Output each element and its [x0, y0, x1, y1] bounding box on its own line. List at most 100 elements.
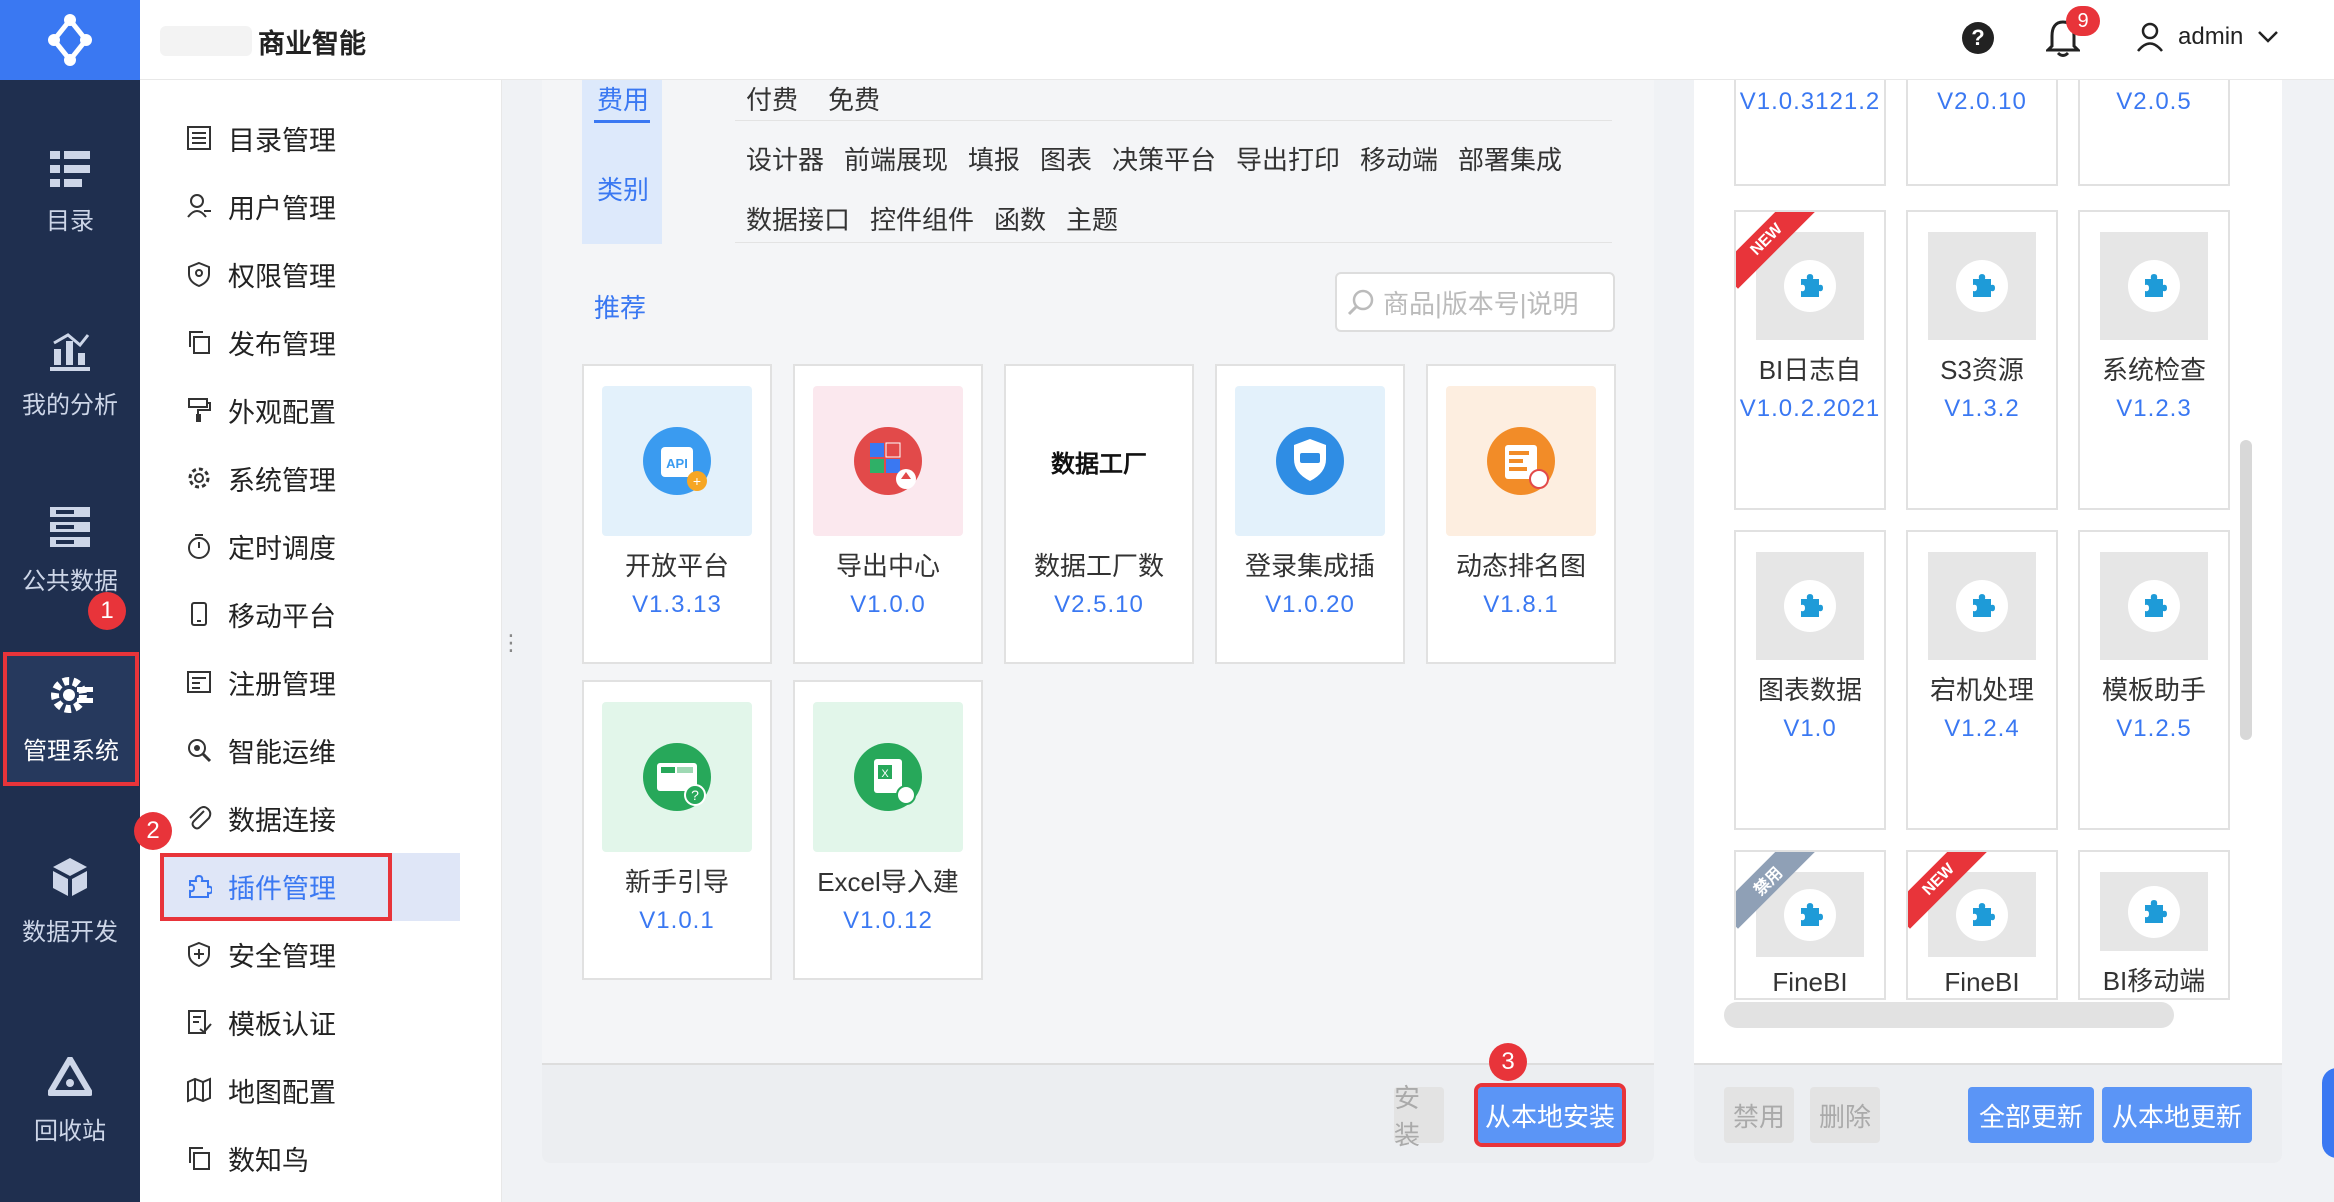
step-badge-3: 3 [1489, 1043, 1527, 1081]
tab-category[interactable]: 类别 [597, 170, 649, 207]
excel-icon: X [813, 702, 963, 852]
plugin-card-dynamic-ranking[interactable]: 动态排名图 V1.8.1 [1426, 364, 1616, 664]
sidebar-item-system-management[interactable]: 系统管理 [184, 453, 336, 503]
rail-item-data-development[interactable]: 数据开发 [0, 826, 140, 976]
plugin-version: V1.0.12 [843, 907, 933, 934]
filter-option-frontend[interactable]: 前端展现 [844, 140, 948, 177]
install-button[interactable]: 安装 [1394, 1083, 1444, 1150]
plugin-card-login-integration[interactable]: 登录集成插 V1.0.20 [1215, 364, 1405, 664]
sidebar-item-scheduled-tasks[interactable]: 定时调度 [184, 521, 336, 571]
sidebar-item-label: 系统管理 [228, 465, 336, 496]
svg-text:API: API [666, 456, 688, 471]
sidebar-item-security-management[interactable]: 安全管理 [184, 929, 336, 979]
filter-option-themes[interactable]: 主题 [1066, 200, 1118, 237]
filter-option-data-interface[interactable]: 数据接口 [746, 200, 850, 237]
sidebar-item-appearance-config[interactable]: 外观配置 [184, 385, 336, 435]
help-icon[interactable]: ? [1962, 22, 1994, 54]
sidebar-item-mobile-platform[interactable]: 移动平台 [184, 589, 336, 639]
sidebar-item-label: 数据连接 [228, 805, 336, 836]
filter-option-widgets[interactable]: 控件组件 [870, 200, 974, 237]
filter-option-designer[interactable]: 设计器 [746, 140, 824, 177]
sidebar-item-smart-ops[interactable]: 智能运维 [184, 725, 594, 775]
sidebar-item-permission-management[interactable]: 权限管理 [184, 249, 336, 299]
sidebar-item-plugin-management[interactable]: 插件管理 [184, 861, 336, 911]
sidebar-item-label: 智能运维 [228, 737, 336, 768]
cubes-icon [53, 857, 87, 896]
export-files-icon [813, 386, 963, 536]
update-all-button[interactable]: 全部更新 [1968, 1087, 2094, 1143]
plugin-version: V2.5.10 [1054, 591, 1144, 618]
sidebar-item-publish-management[interactable]: 发布管理 [184, 317, 336, 367]
installed-card-crash-handling[interactable]: 宕机处理 V1.2.4 [1906, 530, 2058, 830]
user-name: admin [2178, 23, 2244, 50]
plugin-card-open-platform[interactable]: API + 开放平台 V1.3.13 [582, 364, 772, 664]
plugin-version: V1.0.0 [850, 591, 926, 618]
filter-option-mobile[interactable]: 移动端 [1360, 140, 1438, 177]
sidebar-item-label: 地图配置 [228, 1077, 336, 1108]
user-menu[interactable]: admin [2136, 22, 2279, 52]
filter-option-decision-platform[interactable]: 决策平台 [1112, 140, 1216, 177]
rail-item-recycle-bin[interactable]: 回收站 [0, 1026, 140, 1176]
filter-option-deploy-integrate[interactable]: 部署集成 [1458, 140, 1562, 177]
login-shield-icon [1235, 386, 1385, 536]
installed-card-bi-log[interactable]: NEW BI日志自 V1.0.2.2021 [1734, 210, 1886, 510]
delete-button[interactable]: 删除 [1810, 1087, 1880, 1143]
filter-option-export-print[interactable]: 导出打印 [1236, 140, 1340, 177]
filter-option-free[interactable]: 免费 [828, 80, 880, 117]
brand-logo-blurred [160, 26, 252, 56]
sidebar-item-label: 定时调度 [228, 533, 336, 564]
plugin-version: V1.3.2 [1944, 395, 2020, 422]
rail-label: 我的分析 [22, 391, 118, 419]
filter-option-chart[interactable]: 图表 [1040, 140, 1092, 177]
installed-card-s3[interactable]: S3资源 V1.3.2 [1906, 210, 2058, 510]
installed-card-bi-mobile[interactable]: BI移动端 [2078, 850, 2230, 1000]
update-from-local-button[interactable]: 从本地更新 [2102, 1087, 2252, 1143]
installed-card-partial[interactable]: V2.0.5 [2078, 80, 2230, 186]
installed-card-template-helper[interactable]: 模板助手 V1.2.5 [2078, 530, 2230, 830]
plugin-card-export-center[interactable]: 导出中心 V1.0.0 [793, 364, 983, 664]
sidebar-item-registration-management[interactable]: 注册管理 [184, 657, 336, 707]
plugin-name: Excel导入建 [817, 867, 959, 897]
sidebar-item-user-management[interactable]: 用户管理 [184, 181, 336, 231]
installed-card-partial[interactable]: V1.0.3121.2 [1734, 80, 1886, 186]
sidebar-item-label: 数知鸟 [228, 1145, 309, 1176]
sidebar-item-catalog-management[interactable]: 目录管理 [184, 113, 336, 163]
plugin-card-excel-import[interactable]: X Excel导入建 V1.0.12 [793, 680, 983, 980]
sidebar-item-shuzhiniao[interactable]: 数知鸟 [184, 1133, 309, 1183]
filter-option-fill[interactable]: 填报 [968, 140, 1020, 177]
recommend-label[interactable]: 推荐 [594, 288, 646, 325]
installed-card-system-check[interactable]: 系统检查 V1.2.3 [2078, 210, 2230, 510]
plugin-name: 动态排名图 [1455, 551, 1586, 581]
tab-fee[interactable]: 费用 [597, 80, 649, 117]
search-input[interactable]: 商品|版本号|说明 [1335, 272, 1615, 332]
disable-button[interactable]: 禁用 [1724, 1087, 1794, 1143]
plugin-card-newbie-guide[interactable]: ? 新手引导 V1.0.1 [582, 680, 772, 980]
install-from-local-button[interactable]: 从本地安装 [1474, 1083, 1626, 1147]
step-badge-1: 1 [88, 592, 126, 630]
vertical-scrollbar[interactable] [2240, 440, 2252, 740]
app-logo[interactable] [0, 0, 140, 80]
sidebar-item-map-config[interactable]: 地图配置 [184, 1065, 336, 1115]
rail-item-my-analysis[interactable]: 我的分析 [0, 300, 140, 450]
plugin-version: V1.0.20 [1265, 591, 1355, 618]
horizontal-scrollbar[interactable] [1724, 1002, 2174, 1028]
rail-item-catalog[interactable]: 目录 [0, 118, 140, 268]
analysis-icon [50, 332, 90, 371]
plugin-name: 导出中心 [835, 551, 940, 581]
installed-card-finebi-disabled[interactable]: 禁用 FineBI [1734, 850, 1886, 1000]
installed-card-partial[interactable]: V2.0.10 [1906, 80, 2058, 186]
puzzle-icon [1928, 232, 2036, 340]
rail-item-management-system[interactable]: 管理系统 [3, 652, 139, 786]
step-badge-2: 2 [134, 812, 172, 850]
ranking-chart-icon [1446, 386, 1596, 536]
installed-card-chart-data[interactable]: 图表数据 V1.0 [1734, 530, 1886, 830]
sidebar-item-template-certification[interactable]: 模板认证 [184, 997, 336, 1047]
filter-option-paid[interactable]: 付费 [746, 80, 798, 117]
filter-option-functions[interactable]: 函数 [994, 200, 1046, 237]
sidebar-item-data-connection[interactable]: 数据连接 [184, 793, 594, 843]
side-drawer-tab[interactable] [2322, 1068, 2334, 1158]
installed-card-finebi-new[interactable]: NEW FineBI [1906, 850, 2058, 1000]
resize-handle-icon[interactable]: ⋮ [500, 630, 522, 656]
plugin-card-data-factory[interactable]: 数据工厂 数据工厂数 V2.5.10 [1004, 364, 1194, 664]
installed-plugins-panel: V1.0.3121.2 V2.0.10 V2.0.5 NEW BI日志自 V1.… [1694, 80, 2282, 1163]
